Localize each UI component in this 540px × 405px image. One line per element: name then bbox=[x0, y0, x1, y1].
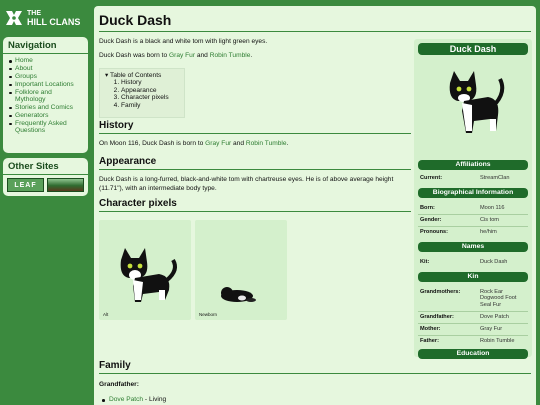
history-link-robin-tumble[interactable]: Robin Tumble bbox=[246, 140, 287, 147]
site-title: THE HILL CLANS bbox=[27, 10, 81, 27]
family-heading: Family bbox=[99, 360, 131, 371]
divider bbox=[418, 226, 528, 227]
sidebar: THE HILL CLANS Navigation Home About Gro… bbox=[0, 0, 92, 405]
kin-link-dove-patch[interactable]: Dove Patch bbox=[480, 314, 509, 320]
family-divider bbox=[99, 373, 531, 374]
appearance-heading: Appearance bbox=[99, 156, 157, 167]
clan-emblem-icon bbox=[4, 9, 24, 27]
divider bbox=[418, 311, 528, 312]
history-heading: History bbox=[99, 120, 134, 131]
nav-item-home[interactable]: Home bbox=[9, 57, 84, 64]
toc-item-family[interactable]: Family bbox=[121, 102, 179, 109]
nav-list: Home About Groups Important Locations Fo… bbox=[3, 54, 88, 138]
kitten-pixel-image bbox=[221, 287, 256, 302]
toc-item-pixels[interactable]: Character pixels bbox=[121, 94, 179, 101]
nav-item-generators[interactable]: Generators bbox=[9, 112, 84, 119]
pixels-divider bbox=[99, 211, 411, 212]
pixel-caption-newborn: Newborn bbox=[199, 312, 218, 317]
nav-item-faq[interactable]: Frequently Asked Questions bbox=[9, 120, 84, 135]
history-divider bbox=[99, 133, 411, 134]
nav-item-important-locations[interactable]: Important Locations bbox=[9, 81, 84, 88]
history-text: On Moon 116, Duck Dash is born to Gray F… bbox=[99, 140, 289, 147]
cat-pixel-image bbox=[120, 248, 177, 302]
family-grandfather-label: Grandfather: bbox=[99, 381, 139, 388]
nav-item-folklore[interactable]: Folklore and Mythology bbox=[9, 89, 84, 104]
navigation-heading: Navigation bbox=[3, 37, 88, 54]
parent-link-robin-tumble[interactable]: Robin Tumble bbox=[210, 52, 251, 59]
kin-link-robin-tumble[interactable]: Robin Tumble bbox=[480, 338, 515, 344]
toc-title[interactable]: ▾ Table of Contents bbox=[105, 72, 179, 79]
appearance-divider bbox=[99, 169, 411, 170]
history-link-gray-fur[interactable]: Gray Fur bbox=[205, 140, 231, 147]
bio-heading: Biographical Information bbox=[418, 188, 528, 198]
row-grandmothers: Grandmothers: Rock Ear Dogwood Foot Seal… bbox=[420, 289, 517, 308]
intro-text: Duck Dash is a black and white tom with … bbox=[99, 38, 268, 45]
names-heading: Names bbox=[418, 242, 528, 252]
kin-link-gray-fur[interactable]: Gray Fur bbox=[480, 326, 502, 332]
pixel-card-alt: Alt bbox=[99, 220, 191, 320]
affiliations-heading: Affiliations bbox=[418, 160, 528, 170]
pronouns-link[interactable]: he/him bbox=[480, 229, 497, 235]
forest-site-button[interactable] bbox=[47, 178, 84, 192]
other-sites-heading: Other Sites bbox=[3, 158, 88, 175]
navigation-box: Navigation Home About Groups Important L… bbox=[3, 37, 88, 153]
family-grandfather-item: Dove Patch - Living bbox=[101, 396, 167, 403]
infobox-title: Duck Dash bbox=[418, 43, 528, 55]
other-sites-box: Other Sites LEAF bbox=[3, 158, 88, 196]
toc-item-history[interactable]: History bbox=[121, 79, 179, 86]
pixel-card-newborn: Newborn bbox=[195, 220, 287, 320]
appearance-text: Duck Dash is a long-furred, black-and-wh… bbox=[99, 176, 394, 192]
infobox-cat-image bbox=[449, 71, 505, 133]
page-title: Duck Dash bbox=[99, 12, 172, 28]
pixels-heading: Character pixels bbox=[99, 198, 177, 209]
table-of-contents: ▾ Table of Contents History Appearance C… bbox=[99, 68, 185, 118]
parents-text: Duck Dash was born to Gray Fur and Robin… bbox=[99, 52, 253, 59]
toc-item-appearance[interactable]: Appearance bbox=[121, 87, 179, 94]
nav-item-about[interactable]: About bbox=[9, 65, 84, 72]
site-logo[interactable]: THE HILL CLANS bbox=[4, 6, 88, 30]
kin-link-seal-fur[interactable]: Seal Fur bbox=[480, 302, 501, 308]
education-heading: Education bbox=[418, 349, 528, 359]
title-divider bbox=[99, 31, 531, 32]
divider bbox=[418, 214, 528, 215]
leaf-site-button[interactable]: LEAF bbox=[7, 178, 44, 192]
family-link-dove-patch[interactable]: Dove Patch bbox=[109, 396, 143, 403]
pixel-caption-alt: Alt bbox=[103, 312, 109, 317]
parent-link-gray-fur[interactable]: Gray Fur bbox=[169, 52, 195, 59]
nav-item-groups[interactable]: Groups bbox=[9, 73, 84, 80]
divider bbox=[418, 323, 528, 324]
nav-item-stories[interactable]: Stories and Comics bbox=[9, 104, 84, 111]
main-content: Duck Dash Duck Dash is a black and white… bbox=[94, 6, 536, 405]
character-infobox: Duck Dash Affiliations Current: StreamCla… bbox=[414, 39, 532, 359]
kin-heading: Kin bbox=[418, 272, 528, 282]
divider bbox=[418, 335, 528, 336]
